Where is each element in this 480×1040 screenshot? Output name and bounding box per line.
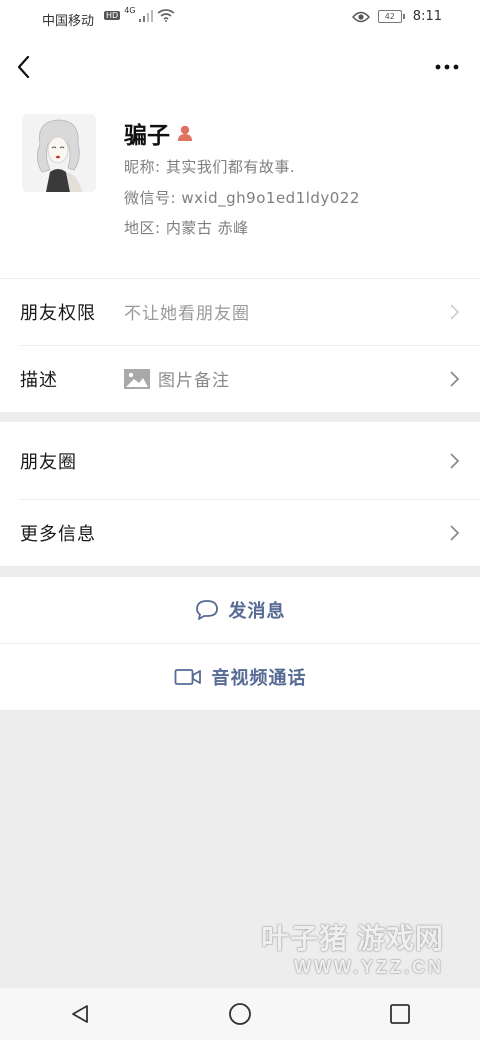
friend-permissions-value: 不让她看朋友圈 (124, 304, 250, 324)
friend-permissions-label: 朋友权限 (20, 302, 96, 324)
more-dots-icon (435, 64, 459, 70)
circle-home-icon (229, 1003, 251, 1025)
settings-section: 朋友权限 不让她看朋友圈 描述 图片备注 (0, 278, 480, 412)
contact-name: 骗子 (124, 123, 170, 149)
send-message-label: 发消息 (228, 601, 286, 622)
nav-recents-button[interactable] (380, 994, 420, 1034)
more-section: 朋友圈 更多信息 (0, 422, 480, 566)
watermark-main: 叶子猪 游戏网 (261, 923, 444, 954)
signal-indicators: HD 4G (104, 6, 175, 22)
video-call-label: 音视频通话 (211, 668, 307, 689)
battery-icon: 42 (377, 10, 405, 23)
carrier-label: 中国移动 (42, 14, 95, 29)
battery-level: 42 (377, 10, 402, 23)
profile-header: 骗子 昵称: 其实我们都有故事. 微信号: wxid_gh9o1ed1ldy02… (0, 38, 480, 278)
avatar[interactable] (22, 114, 96, 192)
video-camera-icon (174, 669, 201, 685)
chat-bubble-icon (195, 600, 218, 620)
nav-back-button[interactable] (60, 994, 100, 1034)
more-info-row[interactable]: 更多信息 (0, 499, 480, 566)
triangle-back-icon (72, 1005, 88, 1023)
description-label: 描述 (20, 369, 58, 391)
watermark-url: WWW.YZZ.CN (294, 957, 444, 977)
more-info-label: 更多信息 (20, 523, 96, 545)
name-row: 骗子 (124, 116, 194, 150)
description-value: 图片备注 (124, 366, 230, 391)
clock: 8:11 (412, 9, 442, 24)
region-line: 地区: 内蒙古 赤峰 (124, 219, 249, 237)
chevron-right-icon (450, 303, 460, 320)
send-message-button[interactable]: 发消息 (0, 577, 480, 643)
female-gender-icon (178, 125, 192, 141)
chevron-right-icon (450, 370, 460, 387)
moments-row[interactable]: 朋友圈 (0, 422, 480, 499)
hd-icon: HD (104, 11, 121, 20)
watermark: 叶子猪 游戏网 WWW.YZZ.CN (261, 917, 444, 978)
square-recents-icon (390, 1004, 410, 1024)
network-type: 4G (124, 6, 136, 15)
friend-permissions-row[interactable]: 朋友权限 不让她看朋友圈 (0, 278, 480, 345)
description-value-text: 图片备注 (158, 371, 230, 391)
chevron-left-icon (17, 55, 30, 79)
more-options-button[interactable] (434, 54, 460, 80)
system-nav-bar (0, 988, 480, 1040)
eye-icon (351, 11, 370, 22)
nav-home-button[interactable] (220, 994, 260, 1034)
chevron-right-icon (450, 452, 460, 469)
wechat-id-line: 微信号: wxid_gh9o1ed1ldy022 (124, 189, 360, 207)
nickname-line: 昵称: 其实我们都有故事. (124, 158, 296, 176)
chevron-right-icon (450, 524, 460, 541)
cellular-signal-icon (139, 9, 154, 22)
description-row[interactable]: 描述 图片备注 (0, 345, 480, 412)
status-right: 42 8:11 (351, 9, 442, 24)
wifi-icon (158, 9, 175, 22)
moments-label: 朋友圈 (20, 451, 77, 473)
image-icon (124, 368, 150, 389)
status-bar: 中国移动 HD 4G 42 8:11 (0, 0, 480, 38)
video-call-button[interactable]: 音视频通话 (0, 644, 480, 710)
back-button[interactable] (12, 52, 38, 82)
avatar-illustration (22, 114, 96, 192)
